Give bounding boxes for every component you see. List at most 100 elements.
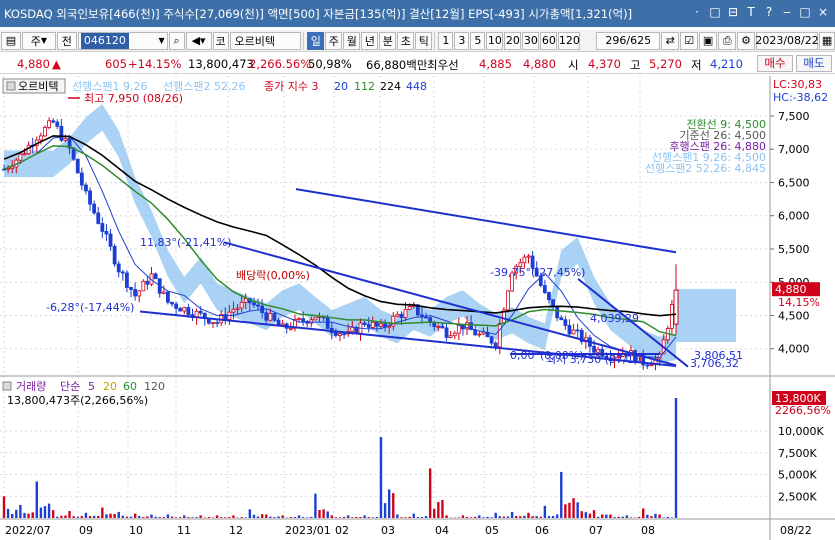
volume-bar [605, 514, 608, 518]
volume-bar [609, 514, 612, 518]
volume-bar [334, 517, 338, 518]
trade-amount: 66,880백만 [366, 58, 428, 72]
dot-icon[interactable]: · [689, 4, 705, 21]
legend-close-ma: 종가 지수 3 [264, 80, 318, 93]
volume-bar [666, 516, 670, 518]
minimize-icon[interactable]: ‒ [779, 4, 795, 21]
stock-name-field[interactable]: 오르비텍 [229, 31, 302, 50]
current-price: 4,880 [17, 57, 50, 71]
period-tab-6[interactable]: 틱 [415, 31, 433, 50]
candle-body [84, 184, 88, 192]
volume-bar [310, 516, 313, 518]
volume-bar [265, 514, 268, 518]
candle-body [399, 313, 404, 319]
candle-body [575, 329, 580, 332]
volume-bar [260, 514, 264, 518]
volume-bar [564, 504, 567, 518]
period-tab-4[interactable]: 분 [379, 31, 397, 50]
candle-body [673, 289, 679, 325]
date-field[interactable]: 2023/08/22 [755, 31, 819, 50]
stock-chart-svg[interactable]: 7,5007,0006,5006,0005,5005,0004,5004,000… [0, 76, 835, 540]
save-icon[interactable]: ▣ [699, 31, 718, 50]
period-tab-1[interactable]: 주 [325, 31, 343, 50]
chevron-down-icon[interactable]: ▼ [158, 36, 164, 45]
candle-body [231, 308, 236, 313]
page-counter: 296/625 [596, 31, 661, 50]
buy-button[interactable]: 매수 [757, 55, 793, 72]
volume-bar [84, 512, 88, 518]
maximize-icon[interactable]: □ [797, 4, 813, 21]
period-tab-0[interactable]: 일 [307, 31, 325, 50]
main-toolbar: ▤ 주 ▼ 전 046120 ▼ ⌕ ◀▾ 코 오르비텍 일주월년분초틱 1351… [0, 30, 835, 52]
volume-bar [301, 517, 305, 518]
period-tab-3[interactable]: 년 [361, 31, 379, 50]
candle-body [170, 301, 174, 305]
volume-bar [76, 516, 79, 518]
volume-bar [367, 517, 370, 518]
volume-bar [445, 515, 448, 518]
volume-ma120-label: 120 [144, 380, 165, 393]
volume-bar [502, 516, 506, 518]
open-price: 4,370 [588, 57, 621, 71]
volume-bar [240, 517, 243, 518]
font-icon[interactable]: T [743, 4, 759, 21]
type-selector[interactable]: 전 [56, 31, 77, 50]
volume-bar [490, 517, 493, 518]
stock-code-input[interactable]: 046120 ▼ [77, 31, 168, 50]
volume-bar [514, 515, 518, 518]
volume-bar [584, 512, 588, 518]
calendar-icon[interactable]: ▦ [819, 31, 835, 50]
candle-body [342, 333, 346, 336]
interval-tab-3[interactable]: 3 [454, 31, 470, 50]
interval-tab-60[interactable]: 60 [540, 31, 558, 50]
candle-body [256, 304, 260, 307]
volume-bar [314, 493, 317, 518]
interval-tab-120[interactable]: 120 [558, 31, 581, 50]
period-tab-5[interactable]: 초 [397, 31, 415, 50]
volume-bar [642, 508, 645, 518]
chart-area[interactable]: 7,5007,0006,5006,0005,5005,0004,5004,000… [0, 76, 835, 540]
candle-body [264, 312, 269, 321]
close-icon[interactable]: × [815, 4, 831, 21]
candle-body [350, 326, 355, 332]
candle-body [272, 313, 277, 321]
candle-body [96, 212, 101, 224]
volume-bar [97, 516, 100, 518]
volume-bar [133, 513, 137, 518]
candle-body [137, 290, 142, 297]
volume-bar [6, 508, 10, 518]
print-icon[interactable]: ⎙ [718, 31, 737, 50]
sell-button[interactable]: 매도 [796, 55, 832, 72]
volume-legend-label: 거래량 [16, 380, 46, 393]
sound-toggle-icon[interactable]: ◀▾ [185, 31, 212, 50]
interval-tab-30[interactable]: 30 [522, 31, 540, 50]
candle-body [506, 290, 510, 311]
volume-bar [43, 506, 47, 518]
link-icon[interactable]: ⊟ [725, 4, 741, 21]
candle-body [334, 332, 338, 336]
candle-body [141, 280, 146, 292]
market-selector[interactable]: 주 ▼ [21, 31, 56, 50]
candle-body [366, 324, 371, 328]
price-tick-label: 5,500 [778, 243, 810, 256]
search-icon[interactable]: ⌕ [168, 31, 185, 50]
candle-body [129, 287, 133, 290]
interval-tab-10[interactable]: 10 [486, 31, 504, 50]
restore-icon[interactable]: □ [707, 4, 723, 21]
compare-icon[interactable]: ⇄ [661, 31, 680, 50]
grid-menu-icon[interactable]: ▤ [1, 31, 21, 50]
gear-icon[interactable]: ⚙ [737, 31, 756, 50]
current-pct-label: 14,15% [778, 296, 820, 309]
interval-tab-20[interactable]: 20 [504, 31, 522, 50]
period-tab-2[interactable]: 월 [343, 31, 361, 50]
candle-body [452, 332, 457, 337]
checkbox-icon[interactable]: ☑ [680, 31, 699, 50]
volume-bar [375, 517, 379, 518]
help-icon[interactable]: ? [761, 4, 777, 21]
volume-bar [510, 511, 514, 518]
interval-tab-1[interactable]: 1 [438, 31, 454, 50]
interval-tab-5[interactable]: 5 [470, 31, 486, 50]
volume-bar [277, 516, 280, 518]
chevron-down-icon: ▼ [40, 36, 48, 45]
volume-tick-label: 5,000K [778, 469, 817, 482]
